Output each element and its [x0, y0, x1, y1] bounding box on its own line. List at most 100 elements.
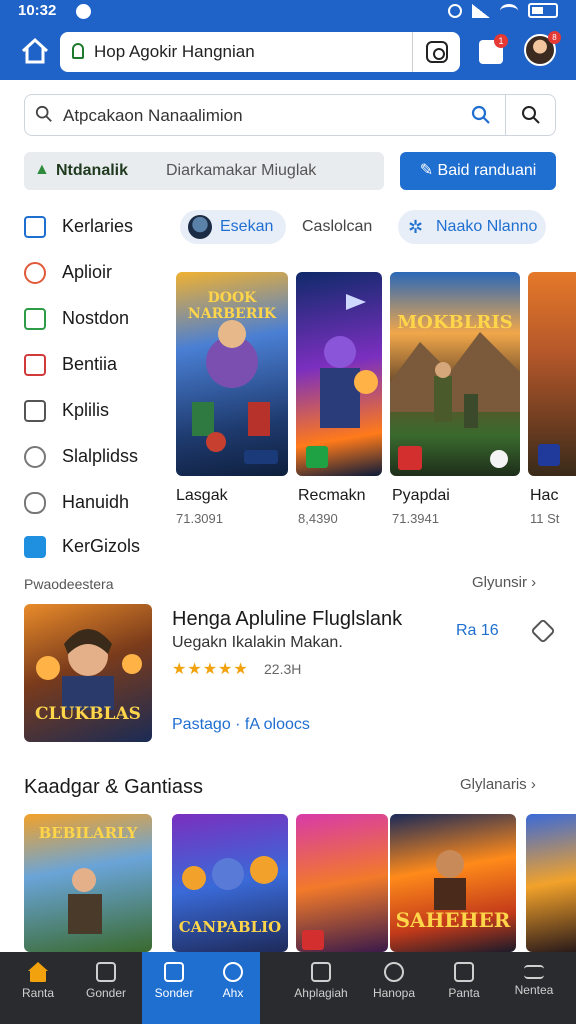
featured-game-image[interactable]: CLUKBLAS: [24, 604, 152, 742]
bag-icon: [24, 216, 46, 238]
user-icon: [24, 262, 46, 284]
game-card-pyapdai[interactable]: MOKBLRIS: [390, 272, 520, 476]
featured-title[interactable]: Henga Apluline Fluglslank: [172, 608, 402, 631]
sidebar-item-label: Hanuidh: [62, 492, 130, 512]
badge-icon: [538, 444, 560, 466]
lock-icon: [72, 43, 84, 59]
nav-label: Ahx: [222, 986, 244, 1000]
address-text: Hop Agokir Hangnian: [94, 42, 255, 61]
nav-item-gonder[interactable]: Gonder: [74, 952, 138, 1024]
lens-icon[interactable]: [426, 41, 448, 63]
nav-item-nentea[interactable]: Nentea: [502, 952, 566, 1024]
sidebar-item-label: Kerlaries: [62, 216, 134, 236]
address-divider: [412, 32, 413, 72]
clock-icon: [384, 962, 404, 982]
compass-icon: [223, 962, 243, 982]
game-card[interactable]: SAHEHER: [390, 814, 516, 952]
sidebar-item-aplioir[interactable]: Aplioir: [24, 258, 164, 288]
nav-label: Nentea: [514, 983, 554, 997]
game-meta: 71.3091: [176, 511, 223, 526]
sidebar-item-label: Kplilis: [62, 400, 110, 420]
gallery-icon: [454, 962, 474, 982]
game-title: Recmakn: [298, 487, 366, 504]
badge-icon: [398, 446, 422, 470]
top-app-bar: 10:32 Hop Agokir Hangnian 1 8: [0, 0, 576, 80]
sidebar-item-label: Bentiia: [62, 354, 118, 374]
nav-item-ranta[interactable]: Ranta: [6, 952, 70, 1024]
sidebar-item-nostdon[interactable]: Nostdon: [24, 304, 164, 334]
bottom-navigation: Ranta Gonder Sonder Ahx Ahplagiah Hanopa…: [0, 952, 576, 1024]
status-bar: 10:32: [0, 0, 576, 24]
tab-naako[interactable]: ✲ Naako Nlanno: [398, 210, 546, 244]
sidebar-item-kerlaries[interactable]: Kerlaries: [24, 212, 164, 242]
status-time: 10:32: [18, 2, 57, 19]
link-icon: [24, 492, 46, 514]
game-card-hac[interactable]: [528, 272, 576, 476]
poster-title: SAHEHER: [395, 908, 511, 932]
nav-item-ahx[interactable]: Ahx: [206, 952, 260, 1024]
search-divider: [505, 95, 506, 135]
see-all-label: Glylanaris: [460, 776, 527, 793]
game-title: Hac: [530, 487, 559, 504]
sidebar-item-hanuidh[interactable]: Hanuidh: [24, 488, 164, 518]
nav-item-sonder[interactable]: Sonder: [142, 952, 206, 1024]
search-submit-icon[interactable]: [471, 105, 491, 125]
game-card[interactable]: [296, 814, 388, 952]
nav-item-hanopa[interactable]: Hanopa: [362, 952, 426, 1024]
sidebar-item-bentiia[interactable]: Bentiia: [24, 350, 164, 380]
book-icon: [24, 536, 46, 558]
game-card[interactable]: CANPABLIO: [172, 814, 288, 952]
game-meta: 11 St: [530, 511, 560, 526]
download-icon: [24, 308, 46, 330]
sidebar-item-label: Nostdon: [62, 308, 130, 328]
filter-chip[interactable]: ▲ Ntdanalik Diarkamakar Miuglak: [24, 152, 384, 190]
featured-link[interactable]: Pastago · fA oloocs: [172, 716, 310, 734]
rating-stars: ★★★★★: [172, 661, 249, 678]
game-card[interactable]: BEBILARLY: [24, 814, 152, 952]
star-icon: ✲: [408, 217, 424, 237]
nav-item-ahplagiah[interactable]: Ahplagiah: [286, 952, 356, 1024]
app-screen: 10:32 Hop Agokir Hangnian 1 8 Atpcakaon …: [0, 0, 576, 1024]
wifi-icon: [500, 3, 518, 18]
game-card-recmakn[interactable]: [296, 272, 382, 476]
search-alt-icon[interactable]: [521, 105, 541, 125]
alarm-icon: [448, 3, 462, 18]
sidebar-item-label: Slalplidss: [62, 446, 139, 466]
tab-esekan[interactable]: Esekan: [180, 210, 286, 244]
sidebar-item-kergizols[interactable]: KerGizols: [24, 532, 164, 562]
section-see-all-link[interactable]: Glylanaris ›: [460, 776, 536, 793]
poster-title: CANPABLIO: [178, 918, 282, 936]
section-see-all-link[interactable]: Glyunsir ›: [472, 574, 536, 591]
pencil-icon: ✎: [419, 162, 438, 179]
search-input[interactable]: Atpcakaon Nanaalimion: [63, 106, 243, 126]
badge-icon: [306, 446, 328, 468]
arrow-up-icon: ▲: [34, 161, 50, 178]
nav-item-panta[interactable]: Panta: [432, 952, 496, 1024]
nav-label: Ranta: [21, 986, 55, 1000]
home-icon[interactable]: [20, 36, 50, 66]
battery-icon: [528, 3, 558, 18]
badge-icon: [302, 930, 324, 950]
primary-action-label: Baid randuani: [437, 162, 537, 179]
home-icon: [28, 962, 48, 982]
featured-score: Ra 16: [456, 622, 499, 639]
game-title: Lasgak: [176, 487, 228, 504]
sidebar-item-kplilis[interactable]: Kplilis: [24, 396, 164, 426]
game-card-lasgak[interactable]: DOOK NARBERIK: [176, 272, 288, 476]
bookmark-icon[interactable]: [530, 618, 556, 644]
game-card[interactable]: [526, 814, 576, 952]
badge-icon: [244, 450, 278, 464]
game-meta: 71.3941: [392, 511, 439, 526]
nav-label: Ahplagiah: [294, 986, 348, 1000]
sidebar-item-slalplidss[interactable]: Slalplidss: [24, 442, 164, 472]
tab-caslolcan[interactable]: Caslolcan: [298, 210, 388, 244]
nav-label: Gonder: [85, 986, 127, 1000]
address-bar[interactable]: Hop Agokir Hangnian: [60, 32, 460, 72]
primary-action-button[interactable]: ✎ Baid randuani: [400, 152, 556, 190]
image-icon: [24, 354, 46, 376]
tab-label: Esekan: [220, 218, 274, 235]
status-icons: [448, 3, 558, 18]
filter-chip-label: Ntdanalik: [56, 162, 129, 179]
search-bar[interactable]: Atpcakaon Nanaalimion: [24, 94, 556, 136]
poster-title: BEBILARLY: [38, 824, 138, 842]
